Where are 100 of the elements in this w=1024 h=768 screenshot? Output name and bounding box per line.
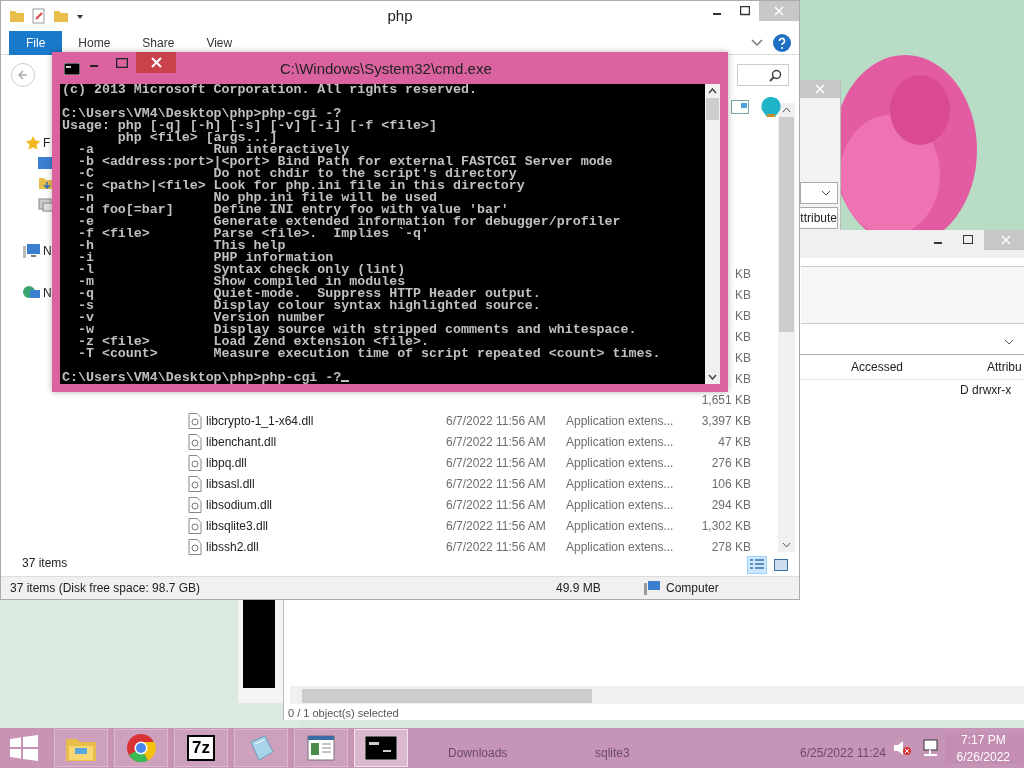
- console-icon: [365, 736, 397, 760]
- chevron-up-icon: [708, 88, 717, 94]
- taskbar-button[interactable]: [354, 729, 408, 767]
- console-line: -l Syntax check only (lint): [76, 262, 406, 277]
- console-line: -f <file> Parse <file>. Implies `-q': [76, 226, 430, 241]
- star-icon[interactable]: [25, 135, 41, 151]
- file-name[interactable]: libssh2.dll: [206, 539, 259, 554]
- close-icon: [150, 57, 162, 68]
- search-icon: [769, 68, 782, 82]
- item-count: 37 items: [22, 556, 68, 570]
- notepad-icon: [247, 734, 275, 762]
- file-size: 278 KB: [711, 539, 751, 554]
- chevron-down-icon[interactable]: [751, 38, 763, 47]
- chevron-down-icon: [708, 374, 717, 380]
- chevron-down-icon: [782, 542, 791, 548]
- maximize-icon: [740, 6, 750, 16]
- taskbar-button[interactable]: 7z: [174, 729, 228, 767]
- file-size: 276 KB: [711, 455, 751, 470]
- downloads-folder-icon[interactable]: [38, 175, 54, 191]
- file-size: KB: [735, 329, 751, 344]
- file-name[interactable]: libsodium.dll: [206, 497, 273, 512]
- details-view-button[interactable]: [747, 556, 767, 574]
- file-name[interactable]: libenchant.dll: [206, 434, 277, 449]
- chevron-down-icon: [821, 190, 831, 196]
- chevron-down-icon: [1004, 339, 1014, 345]
- dropdown[interactable]: [800, 182, 838, 204]
- maximize-icon: [963, 235, 973, 245]
- file-name[interactable]: libsasl.dll: [206, 476, 255, 491]
- scrollbar-thumb[interactable]: [302, 689, 592, 703]
- ribbon-tab[interactable]: Home: [62, 30, 127, 55]
- file-icon: [188, 496, 202, 513]
- file-name[interactable]: libsqlite3.dll: [206, 518, 269, 533]
- file-date: 6/7/2022 11:56 AM: [446, 455, 546, 470]
- file-size: KB: [735, 371, 751, 386]
- file-size: 106 KB: [711, 476, 751, 491]
- vertical-scrollbar[interactable]: [705, 84, 720, 384]
- file-size: 47 KB: [718, 434, 751, 449]
- file-size: 294 KB: [711, 497, 751, 512]
- properties-icon[interactable]: [31, 8, 47, 24]
- speaker-muted-icon[interactable]: [892, 740, 911, 756]
- column-header[interactable]: Attribu: [987, 360, 1022, 374]
- file-type: Application extens...: [566, 476, 674, 491]
- file-date: 6/7/2022 11:56 AM: [446, 518, 546, 533]
- network-icon[interactable]: [920, 739, 939, 757]
- file-size: 1,302 KB: [701, 518, 751, 533]
- console-icon: [64, 63, 80, 75]
- console-line: (c) 2013 Microsoft Corporation. All rights reserved.: [62, 84, 477, 97]
- console-line: -w Display source with stripped comments and whitespace.: [76, 322, 637, 337]
- archiver-icon: 7z: [187, 735, 215, 761]
- file-date: 6/7/2022 11:56 AM: [446, 413, 546, 428]
- table-cell: D drwxr-x: [960, 383, 1012, 397]
- file-name[interactable]: libcrypto-1_1-x64.dll: [206, 413, 314, 428]
- window-text: sqlite3: [595, 746, 630, 760]
- close-icon: [774, 6, 784, 16]
- windows-logo-icon: [10, 735, 38, 761]
- nav-item[interactable]: N: [43, 244, 52, 258]
- file-size: KB: [735, 287, 751, 302]
- nav-item[interactable]: F: [43, 136, 51, 150]
- computer-icon: [644, 581, 660, 595]
- preview-pane-icon[interactable]: [731, 100, 749, 114]
- nav-item[interactable]: N: [43, 286, 52, 300]
- network-icon[interactable]: [23, 285, 41, 301]
- column-header[interactable]: Accessed: [851, 360, 904, 374]
- status-text: 0 / 1 object(s) selected: [288, 707, 399, 719]
- file-icon: [188, 517, 202, 534]
- scrollbar-thumb[interactable]: [779, 117, 794, 332]
- console-line: C:\Users\VM4\Desktop\php>php-cgi -?: [62, 106, 342, 121]
- ribbon-tab[interactable]: View: [190, 30, 249, 55]
- close-button[interactable]: [136, 52, 176, 73]
- shell-icon[interactable]: [759, 95, 783, 119]
- large-icons-view-button[interactable]: [771, 556, 791, 574]
- status-text: Computer: [665, 581, 719, 595]
- window-title: php: [386, 7, 414, 24]
- window-title: C:\Windows\System32\cmd.exe: [280, 60, 492, 77]
- computer-icon[interactable]: [23, 243, 41, 259]
- console-line: C:\Users\VM4\Desktop\php>php-cgi -?: [62, 370, 342, 384]
- status-text: 49.9 MB: [556, 581, 602, 595]
- chevron-up-icon: [782, 107, 791, 113]
- file-date: 6/7/2022 11:56 AM: [446, 434, 546, 449]
- horizontal-scrollbar[interactable]: [290, 686, 1024, 704]
- help-icon[interactable]: [773, 33, 791, 52]
- file-icon: [188, 475, 202, 492]
- file-name[interactable]: libpq.dll: [206, 455, 247, 470]
- search-field[interactable]: [737, 64, 789, 86]
- thumbnail-icon: [774, 559, 788, 571]
- console-line: -h This help: [76, 238, 286, 253]
- arrow-left-icon: [17, 69, 29, 81]
- folder-icon[interactable]: [9, 8, 25, 24]
- vertical-scrollbar[interactable]: [778, 103, 795, 552]
- status-text: 37 items (Disk free space: 98.7 GB): [10, 581, 202, 595]
- ribbon-tab[interactable]: Share: [126, 30, 191, 55]
- scrollbar-thumb[interactable]: [706, 98, 719, 120]
- file-size: KB: [735, 266, 751, 281]
- new-folder-icon[interactable]: [53, 8, 69, 24]
- list-icon: [750, 559, 764, 571]
- file-icon: [188, 538, 202, 555]
- file-type: Application extens...: [566, 434, 674, 449]
- file-icon: [188, 454, 202, 471]
- file-size: 3,397 KB: [701, 413, 751, 428]
- ribbon-tab[interactable]: File: [9, 30, 63, 55]
